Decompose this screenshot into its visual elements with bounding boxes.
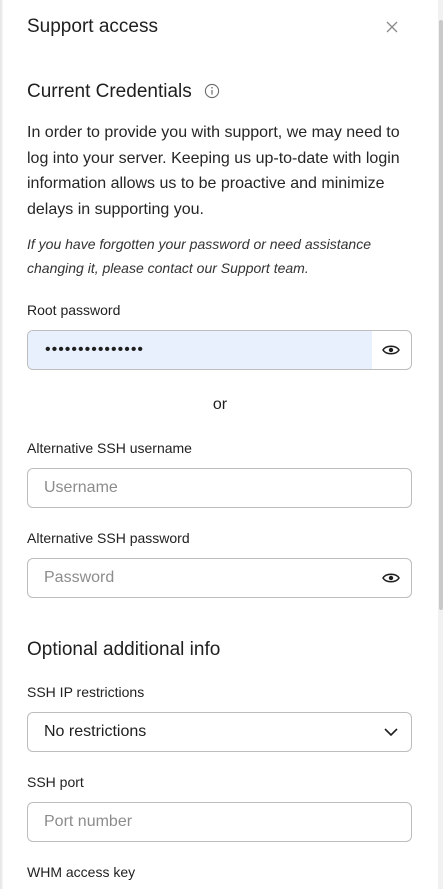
eye-icon[interactable]	[381, 569, 401, 587]
eye-icon[interactable]	[381, 341, 401, 359]
alt-ssh-username-input[interactable]: Username	[27, 468, 412, 508]
ssh-port-placeholder: Port number	[44, 813, 133, 830]
root-password-label: Root password	[27, 302, 121, 318]
alt-ssh-username-label: Alternative SSH username	[27, 440, 192, 456]
credentials-intro-text: In order to provide you with support, we…	[27, 124, 400, 218]
whm-access-key-label: WHM access key	[27, 864, 136, 880]
root-password-field[interactable]: •••••••••••••••	[27, 330, 412, 370]
chevron-down-icon	[383, 724, 399, 740]
or-divider-text: or	[212, 396, 228, 413]
close-button[interactable]	[380, 17, 404, 41]
close-icon	[386, 20, 398, 38]
ssh-ip-restrictions-select[interactable]: No restrictions	[27, 712, 412, 752]
alt-ssh-password-input[interactable]: Password	[27, 558, 412, 598]
ssh-port-label: SSH port	[27, 774, 84, 790]
ssh-ip-restrictions-label: SSH IP restrictions	[27, 684, 145, 700]
panel-left-shadow	[0, 0, 3, 889]
alt-ssh-password-label: Alternative SSH password	[27, 530, 190, 546]
scrollbar-thumb[interactable]	[439, 20, 443, 610]
alt-ssh-password-placeholder: Password	[44, 569, 115, 586]
info-icon[interactable]	[204, 83, 222, 101]
ssh-ip-restrictions-value: No restrictions	[44, 723, 147, 740]
ssh-port-input[interactable]: Port number	[27, 802, 412, 842]
scrollbar[interactable]	[438, 0, 443, 889]
current-credentials-heading: Current Credentials	[27, 81, 192, 102]
panel-title: Support access	[27, 16, 158, 37]
root-password-value[interactable]: •••••••••••••••	[28, 331, 372, 369]
alt-ssh-username-placeholder: Username	[44, 479, 118, 496]
credentials-help-note: If you have forgotten your password or n…	[27, 236, 371, 276]
support-access-panel: Support access Current Credentials In or…	[0, 0, 443, 889]
optional-info-heading: Optional additional info	[27, 639, 221, 660]
